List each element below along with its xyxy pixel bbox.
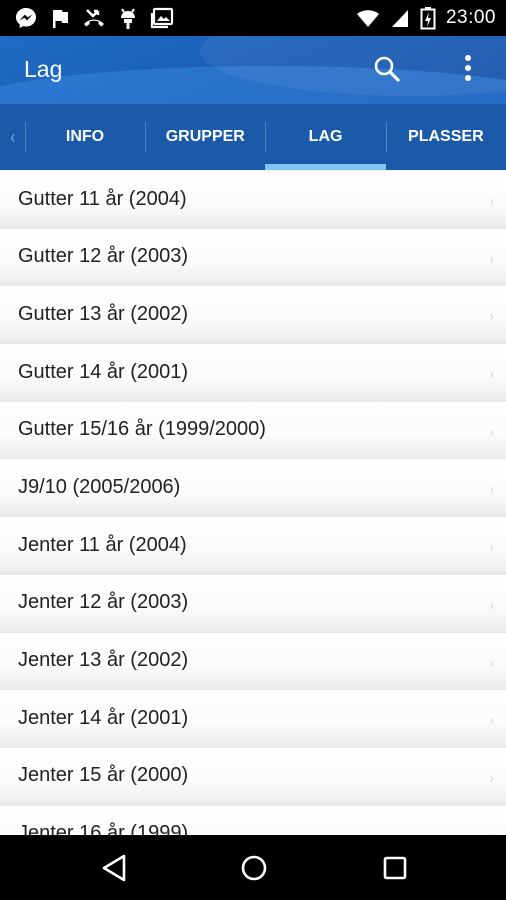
list-item[interactable]: Jenter 12 år (2003) › [0, 574, 506, 631]
messenger-icon [14, 6, 38, 30]
list-item[interactable]: Gutter 14 år (2001) › [0, 344, 506, 401]
chevron-right-icon: › [489, 710, 494, 730]
list-item-label: Gutter 12 år (2003) [18, 245, 189, 268]
list-item-label: Jenter 12 år (2003) [18, 591, 189, 614]
overflow-menu-icon [458, 55, 478, 90]
chevron-right-icon: › [489, 537, 494, 557]
list-item-label: Jenter 16 år (1999) [18, 822, 189, 835]
battery-icon [420, 6, 436, 30]
list-item-label: Jenter 15 år (2000) [18, 764, 189, 787]
chevron-left-icon: ‹ [9, 126, 16, 148]
list-item[interactable]: Gutter 11 år (2004) › [0, 171, 506, 227]
list-item[interactable]: J9/10 (2005/2006) › [0, 459, 506, 516]
status-bar: 23:00 [0, 0, 506, 36]
chevron-right-icon: › [489, 767, 494, 787]
list-item[interactable]: Jenter 14 år (2001) › [0, 690, 506, 747]
list-item[interactable]: Jenter 11 år (2004) › [0, 517, 506, 574]
list-item-label: Jenter 14 år (2001) [18, 706, 189, 729]
back-button[interactable] [100, 853, 128, 887]
list-item[interactable]: Gutter 12 år (2003) › [0, 228, 506, 285]
chevron-right-icon: › [489, 191, 494, 210]
tab-info[interactable]: INFO [24, 104, 145, 170]
chevron-right-icon: › [489, 306, 494, 326]
chevron-right-icon: › [489, 594, 494, 614]
chevron-right-icon: › [489, 826, 494, 835]
wifi-icon [356, 7, 380, 29]
recents-icon [381, 856, 409, 887]
tab-label: INFO [65, 128, 105, 145]
tab-grupper[interactable]: GRUPPER [145, 104, 265, 170]
list-item-label: Gutter 11 år (2004) [18, 187, 187, 210]
system-nav-bar [0, 835, 506, 900]
list-item[interactable]: Jenter 15 år (2000) › [0, 747, 506, 804]
list-item-label: J9/10 (2005/2006) [18, 475, 181, 498]
back-icon [100, 854, 128, 887]
list-item-label: Jenter 11 år (2004) [18, 533, 187, 556]
flag-icon [50, 7, 70, 29]
list-item[interactable]: Gutter 15/16 år (1999/2000) › [0, 401, 506, 458]
app-bar: Lag [0, 36, 506, 104]
tab-lag[interactable]: LAG [265, 104, 387, 170]
list-item[interactable]: Jenter 13 år (2002) › [0, 632, 506, 689]
signal-icon [390, 7, 410, 29]
team-list[interactable]: Gutter 11 år (2004) › Gutter 12 år (2003)… [0, 171, 506, 835]
recents-button[interactable] [381, 853, 409, 887]
tab-active-indicator [265, 164, 387, 170]
list-item[interactable]: Jenter 16 år (1999) › [0, 805, 506, 835]
list-item-label: Gutter 14 år (2001) [18, 360, 189, 383]
chevron-right-icon: › [489, 248, 494, 268]
chevron-right-icon: › [489, 479, 494, 499]
tab-plasser[interactable]: PLASSER [385, 104, 506, 170]
home-icon [240, 855, 268, 887]
list-item-label: Gutter 15/16 år (1999/2000) [18, 418, 266, 441]
page-title: Lag [24, 56, 63, 82]
list-item[interactable]: Gutter 13 år (2002) › [0, 286, 506, 343]
tab-label: GRUPPER [165, 128, 245, 145]
list-item-label: Jenter 13 år (2002) [18, 649, 189, 671]
list-item-label: Gutter 13 år (2002) [18, 302, 189, 325]
clock: 23:00 [445, 7, 496, 28]
android-debug-icon [118, 6, 138, 30]
tab-bar: ‹ INFO GRUPPER LAG PLASSER [0, 104, 506, 170]
photo-icon [150, 7, 174, 29]
chevron-right-icon: › [489, 652, 494, 672]
tab-label: LAG [308, 128, 343, 145]
chevron-right-icon: › [489, 364, 494, 384]
home-button[interactable] [240, 853, 268, 887]
missed-call-icon [82, 7, 106, 29]
chevron-right-icon: › [489, 421, 494, 441]
overflow-menu-button[interactable] [458, 52, 478, 90]
tab-label: PLASSER [408, 128, 484, 145]
search-button[interactable] [372, 54, 402, 88]
tab-scroll-left[interactable]: ‹ [0, 104, 25, 170]
search-icon [372, 56, 402, 88]
